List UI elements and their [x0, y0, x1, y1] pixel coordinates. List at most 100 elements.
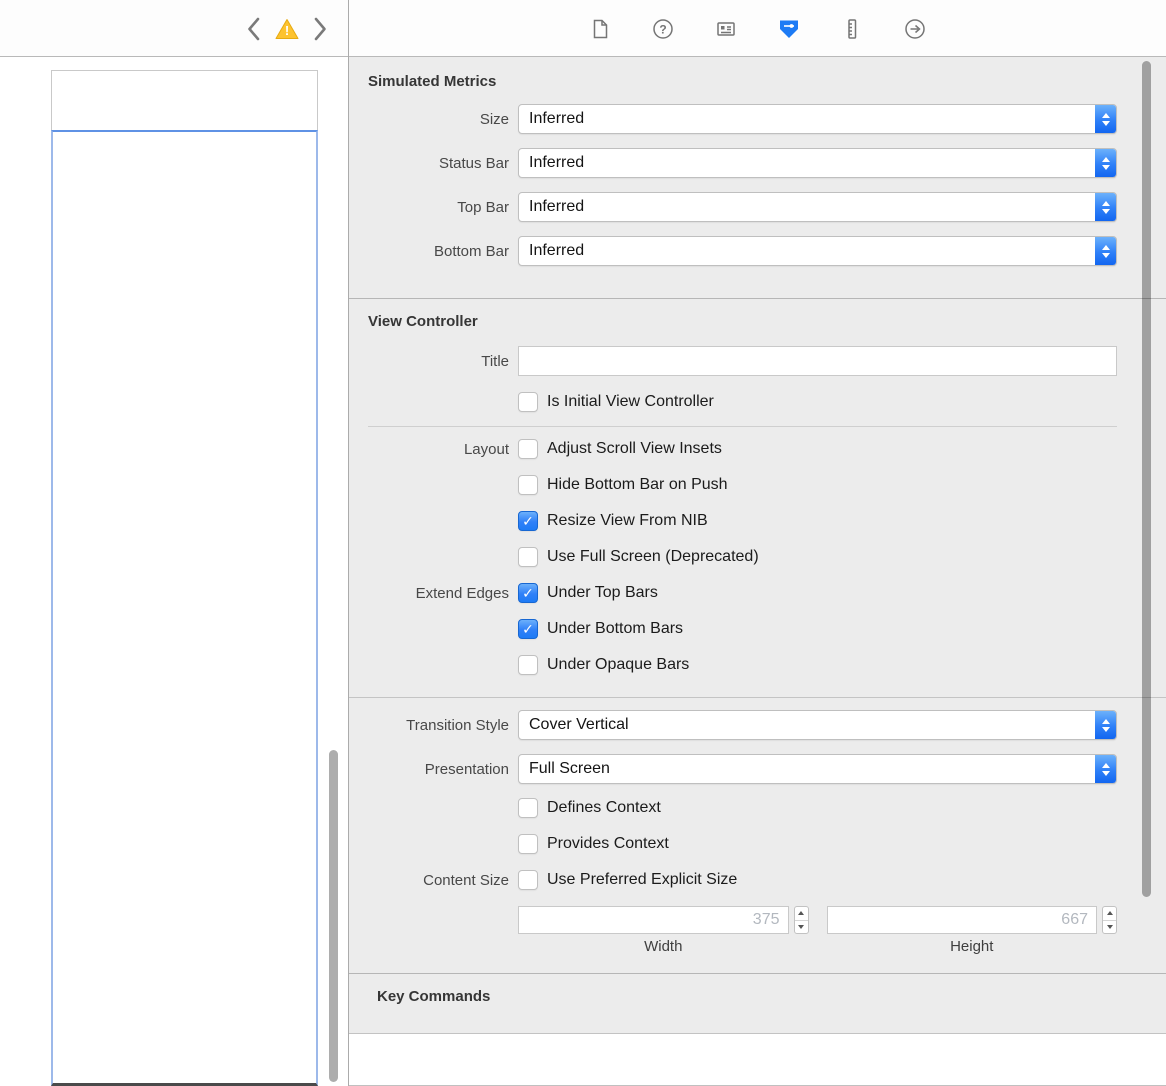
content-size-label: Content Size — [423, 871, 509, 889]
status-bar-popup[interactable]: Inferred — [518, 148, 1117, 178]
section-title-key-commands: Key Commands — [377, 988, 491, 1005]
inner-separator — [368, 426, 1117, 427]
popup-chevrons-icon — [1095, 755, 1116, 783]
row-status-bar: Status Bar Inferred — [348, 148, 1166, 178]
back-button[interactable] — [246, 16, 261, 42]
storyboard-canvas[interactable] — [0, 57, 348, 1086]
popup-chevrons-icon — [1095, 149, 1116, 177]
title-field[interactable] — [518, 346, 1117, 376]
key-commands-table[interactable] — [348, 1033, 1166, 1086]
use-preferred-explicit-size-checkbox[interactable] — [518, 870, 538, 890]
height-field[interactable] — [826, 906, 1097, 934]
help-glyph: ? — [659, 22, 666, 36]
tab-size-inspector[interactable] — [839, 16, 865, 42]
attributes-badge-icon — [780, 20, 798, 38]
stepper-down-icon — [798, 924, 804, 929]
title-label: Title — [481, 352, 509, 370]
row-size: Size Inferred — [348, 104, 1166, 134]
under-top-bars-checkbox[interactable] — [518, 583, 538, 603]
presentation-popup-value: Full Screen — [529, 760, 610, 777]
tab-attributes-inspector[interactable] — [776, 16, 802, 42]
scene-header[interactable] — [51, 70, 318, 130]
row-is-initial: Is Initial View Controller — [348, 392, 1166, 412]
row-title: Title — [348, 346, 1166, 376]
warning-triangle-icon: ! — [275, 18, 299, 39]
popup-chevrons-icon — [1095, 193, 1116, 221]
popup-chevrons-icon — [1095, 711, 1116, 739]
identity-card-icon — [717, 21, 735, 36]
provides-context-checkbox[interactable] — [518, 834, 538, 854]
height-stepper[interactable] — [1102, 906, 1117, 934]
canvas-scrollbar[interactable] — [329, 750, 338, 1082]
row-size-field-labels: Width Height — [348, 938, 1166, 955]
inner-separator — [348, 697, 1166, 698]
defines-context-checkbox[interactable] — [518, 798, 538, 818]
under-opaque-bars-label: Under Opaque Bars — [547, 656, 690, 673]
attributes-inspector-panel: Simulated Metrics Size Inferred Status B… — [348, 57, 1166, 1086]
row-layout-1: Hide Bottom Bar on Push — [348, 475, 1166, 495]
height-field-label: Height — [950, 938, 994, 955]
provides-context-label: Provides Context — [547, 835, 669, 852]
tab-connections-inspector[interactable] — [902, 16, 928, 42]
adjust-scroll-view-insets-label: Adjust Scroll View Insets — [547, 440, 722, 457]
size-label: Size — [479, 110, 509, 128]
under-bottom-bars-label: Under Bottom Bars — [547, 620, 684, 637]
row-extend-edges-0: Extend Edges Under Top Bars — [348, 583, 1166, 603]
extend-edges-label: Extend Edges — [415, 584, 509, 602]
hide-bottom-bar-on-push-checkbox[interactable] — [518, 475, 538, 495]
row-extend-edges-1: Under Bottom Bars — [348, 619, 1166, 639]
width-field[interactable] — [518, 906, 789, 934]
use-full-screen-checkbox[interactable] — [518, 547, 538, 567]
size-popup[interactable]: Inferred — [518, 104, 1117, 134]
tab-file-inspector[interactable] — [587, 16, 613, 42]
presentation-popup[interactable]: Full Screen — [518, 754, 1117, 784]
warning-glyph: ! — [285, 23, 289, 38]
document-icon — [593, 19, 608, 38]
is-initial-view-controller-checkbox[interactable] — [518, 392, 538, 412]
tab-identity-inspector[interactable] — [713, 16, 739, 42]
row-transition-style: Transition Style Cover Vertical — [348, 710, 1166, 740]
tab-quick-help-inspector[interactable]: ? — [650, 16, 676, 42]
panel-divider[interactable] — [348, 0, 349, 1086]
ruler-icon — [848, 18, 857, 39]
bottom-bar-popup[interactable]: Inferred — [518, 236, 1117, 266]
row-layout-0: Layout Adjust Scroll View Insets — [348, 439, 1166, 459]
use-preferred-explicit-size-label: Use Preferred Explicit Size — [547, 871, 738, 888]
under-opaque-bars-checkbox[interactable] — [518, 655, 538, 675]
status-bar-popup-value: Inferred — [529, 154, 585, 171]
row-layout-3: Use Full Screen (Deprecated) — [348, 547, 1166, 567]
row-defines-context: Defines Context — [348, 798, 1166, 818]
question-mark-icon: ? — [653, 18, 673, 39]
scene-root-view[interactable] — [51, 130, 318, 1086]
adjust-scroll-view-insets-checkbox[interactable] — [518, 439, 538, 459]
stepper-down-icon — [1106, 924, 1113, 929]
stepper-up-icon — [1106, 911, 1113, 916]
transition-style-popup-value: Cover Vertical — [529, 716, 629, 733]
section-separator — [348, 298, 1166, 299]
forward-button[interactable] — [313, 16, 328, 42]
row-layout-2: Resize View From NIB — [348, 511, 1166, 531]
view-controller-scene[interactable] — [51, 70, 318, 1086]
arrow-circle-icon — [905, 18, 925, 39]
transition-style-label: Transition Style — [406, 716, 509, 734]
chevron-right-icon — [314, 17, 326, 40]
transition-style-popup[interactable]: Cover Vertical — [518, 710, 1117, 740]
row-extend-edges-2: Under Opaque Bars — [348, 655, 1166, 675]
under-bottom-bars-checkbox[interactable] — [518, 619, 538, 639]
width-stepper[interactable] — [793, 906, 809, 934]
resize-view-from-nib-checkbox[interactable] — [518, 511, 538, 531]
layout-label: Layout — [463, 440, 509, 458]
under-top-bars-label: Under Top Bars — [547, 584, 658, 601]
inspector-scrollbar[interactable] — [1142, 61, 1151, 897]
is-initial-view-controller-label: Is Initial View Controller — [547, 393, 714, 410]
warning-indicator[interactable]: ! — [274, 17, 300, 41]
row-bottom-bar: Bottom Bar Inferred — [348, 236, 1166, 266]
status-bar-label: Status Bar — [438, 154, 509, 172]
resize-view-from-nib-label: Resize View From NIB — [547, 512, 708, 529]
row-presentation: Presentation Full Screen — [348, 754, 1166, 784]
presentation-label: Presentation — [424, 760, 509, 778]
top-bar-popup[interactable]: Inferred — [518, 192, 1117, 222]
inspector-tab-bar: ? — [349, 0, 1166, 57]
row-provides-context: Provides Context — [348, 834, 1166, 854]
row-size-fields — [348, 906, 1166, 934]
